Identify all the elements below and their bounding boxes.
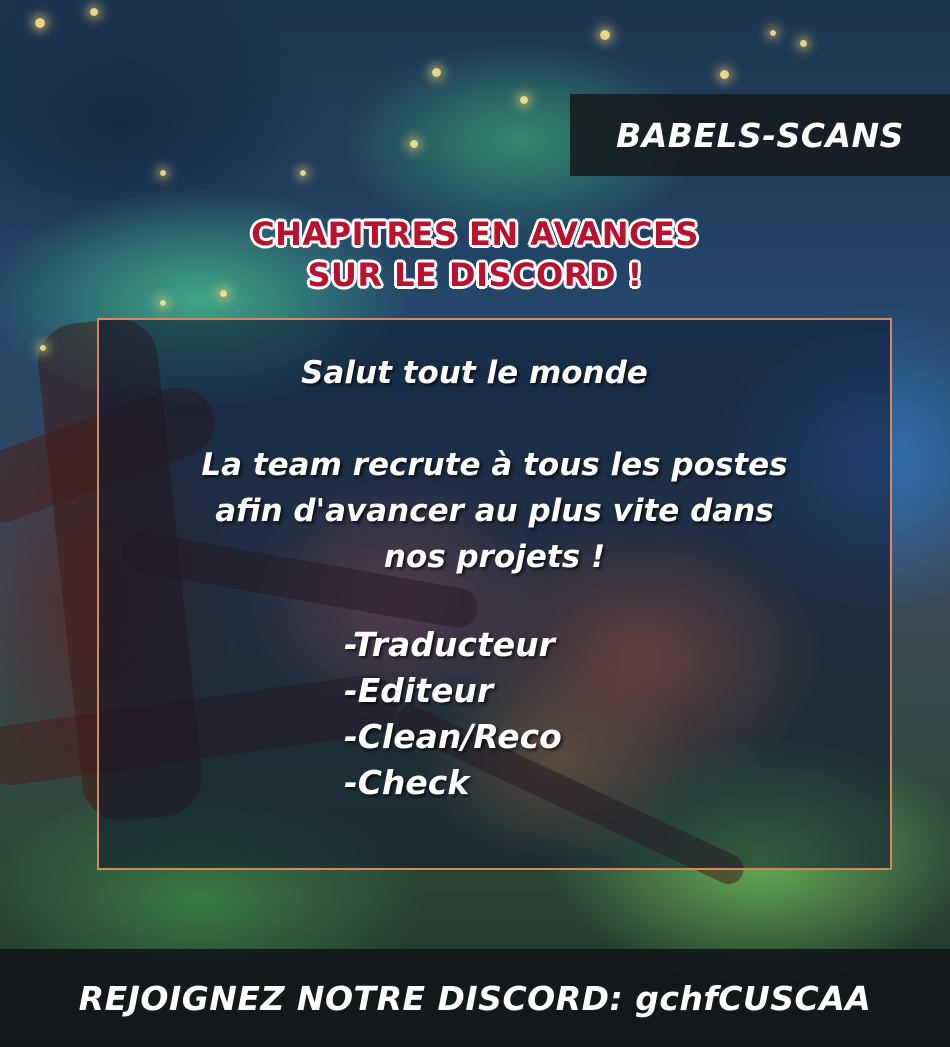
recruitment-panel: Salut tout le monde La team recrute à to… — [97, 318, 892, 870]
discord-invite-text: REJOIGNEZ NOTRE DISCORD: gchfCUSCAA — [78, 978, 872, 1018]
message-line-3: nos projets ! — [383, 539, 606, 575]
greeting-text: Salut tout le monde — [301, 355, 648, 391]
headline: CHAPITRES EN AVANCES SUR LE DISCORD ! — [200, 214, 750, 296]
message-line-1: La team recrute à tous les postes — [201, 447, 788, 483]
roles-list: -Traducteur -Editeur -Clean/Reco -Check — [344, 622, 562, 806]
message-line-2: afin d'avancer au plus vite dans — [215, 493, 774, 529]
site-name-banner: BABELS-SCANS — [570, 94, 950, 176]
discord-footer-banner: REJOIGNEZ NOTRE DISCORD: gchfCUSCAA — [0, 949, 950, 1047]
role-item: -Editeur — [344, 671, 494, 710]
site-name: BABELS-SCANS — [616, 115, 904, 155]
role-item: -Traducteur — [344, 625, 555, 664]
headline-line-2: SUR LE DISCORD ! — [307, 256, 643, 294]
role-item: -Clean/Reco — [344, 717, 562, 756]
headline-line-1: CHAPITRES EN AVANCES — [251, 215, 699, 253]
recruitment-message: La team recrute à tous les postes afin d… — [99, 442, 890, 580]
role-item: -Check — [344, 763, 470, 802]
